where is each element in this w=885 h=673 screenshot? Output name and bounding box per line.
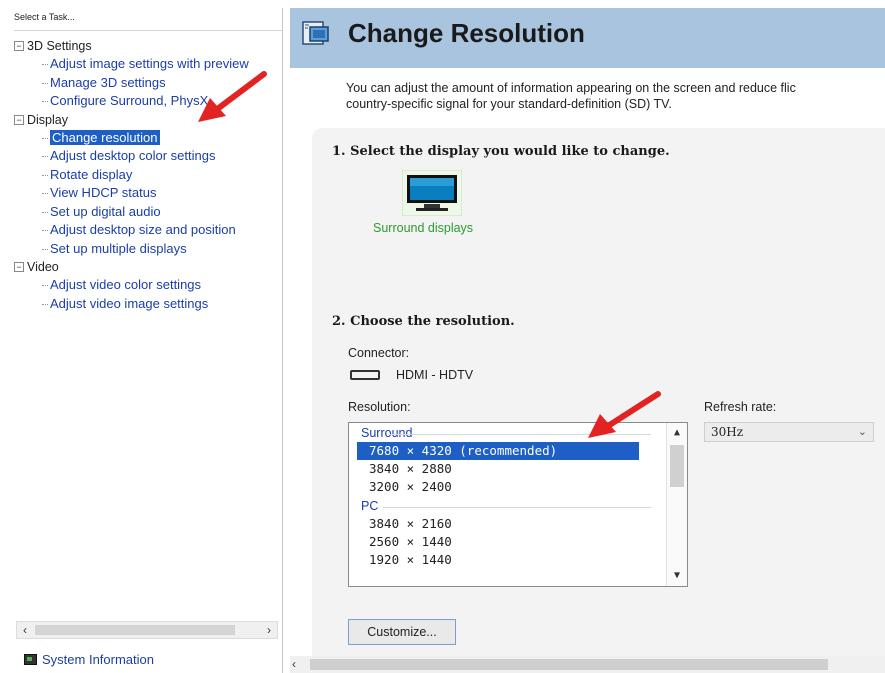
scroll-up-icon[interactable]: ▲ xyxy=(667,425,687,441)
collapse-icon[interactable]: − xyxy=(14,41,24,51)
resolution-option[interactable]: 3840 × 2160 xyxy=(349,515,639,533)
tree-item-change-resolution[interactable]: Change resolution xyxy=(14,129,282,148)
scroll-left-icon[interactable]: ‹ xyxy=(292,657,296,671)
step-2-heading: 2. Choose the resolution. xyxy=(332,314,515,329)
scroll-left-icon[interactable]: ‹ xyxy=(17,622,33,638)
collapse-icon[interactable]: − xyxy=(14,262,24,272)
hdmi-connector-icon xyxy=(350,370,380,380)
scrollbar-thumb[interactable] xyxy=(310,659,828,670)
scrollbar-thumb[interactable] xyxy=(670,445,684,487)
step-1-heading: 1. Select the display you would like to … xyxy=(332,144,670,159)
annotation-arrow-icon xyxy=(588,391,661,438)
nvidia-control-panel: Select a Task... − 3D Settings Adjust im… xyxy=(0,0,885,673)
task-pane-horizontal-scrollbar[interactable]: ‹ › xyxy=(16,621,278,639)
display-name-label[interactable]: Surround displays xyxy=(373,221,473,235)
collapse-icon[interactable]: − xyxy=(14,114,24,125)
tree-item-rotate-display[interactable]: Rotate display xyxy=(14,166,282,185)
tree-item-adjust-video-color[interactable]: Adjust video color settings xyxy=(14,276,282,295)
resolution-option[interactable]: 1920 × 1440 xyxy=(349,551,639,569)
resolution-option[interactable]: 3200 × 2400 xyxy=(349,478,639,496)
resolution-list-scrollbar[interactable]: ▲ ▼ xyxy=(666,423,687,586)
system-information-link[interactable]: System Information xyxy=(24,652,154,667)
resolution-label: Resolution: xyxy=(348,400,411,414)
annotation-arrow-icon xyxy=(198,71,267,122)
page-title: Change Resolution xyxy=(348,18,585,48)
category-label: Video xyxy=(27,260,59,274)
page-description: You can adjust the amount of information… xyxy=(346,81,796,111)
page-header: Change Resolution xyxy=(290,8,885,68)
resolution-group-pc: PC xyxy=(349,496,687,515)
system-information-icon xyxy=(24,654,37,665)
change-resolution-icon xyxy=(302,21,329,45)
tree-item-adjust-desktop-color[interactable]: Adjust desktop color settings xyxy=(14,147,282,166)
content-horizontal-scrollbar[interactable]: ‹ xyxy=(290,656,885,673)
system-information-label: System Information xyxy=(42,652,154,667)
tree-item-view-hdcp-status[interactable]: View HDCP status xyxy=(14,184,282,203)
category-label: 3D Settings xyxy=(27,39,92,53)
resolution-option[interactable]: 2560 × 1440 xyxy=(349,533,639,551)
task-pane-label: Select a Task... xyxy=(14,12,75,22)
scroll-right-icon[interactable]: › xyxy=(261,622,277,638)
tree-item-set-up-multiple-displays[interactable]: Set up multiple displays xyxy=(14,240,282,259)
tree-category-video[interactable]: − Video xyxy=(14,258,282,276)
content-pane: Change Resolution You can adjust the amo… xyxy=(290,8,885,673)
resolution-option[interactable]: 7680 × 4320 (recommended) xyxy=(357,442,639,460)
refresh-rate-label: Refresh rate: xyxy=(704,400,777,414)
customize-button[interactable]: Customize... xyxy=(348,619,456,645)
refresh-rate-dropdown[interactable]: 30Hz ⌄ xyxy=(704,422,874,442)
tree-item-adjust-video-image[interactable]: Adjust video image settings xyxy=(14,295,282,314)
resolution-listbox[interactable]: Surround 7680 × 4320 (recommended) 3840 … xyxy=(348,422,688,587)
connector-label: Connector: xyxy=(348,346,410,360)
scroll-down-icon[interactable]: ▼ xyxy=(667,568,687,584)
connector-value: HDMI - HDTV xyxy=(350,368,473,382)
surround-display-monitor-icon[interactable] xyxy=(402,170,462,216)
category-label: Display xyxy=(27,112,68,127)
chevron-down-icon: ⌄ xyxy=(857,425,867,438)
resolution-option[interactable]: 3840 × 2880 xyxy=(349,460,639,478)
tree-item-adjust-desktop-size[interactable]: Adjust desktop size and position xyxy=(14,221,282,240)
tree-category-3d-settings[interactable]: − 3D Settings xyxy=(14,37,282,55)
scrollbar-thumb[interactable] xyxy=(35,625,235,635)
tree-item-set-up-digital-audio[interactable]: Set up digital audio xyxy=(14,203,282,222)
